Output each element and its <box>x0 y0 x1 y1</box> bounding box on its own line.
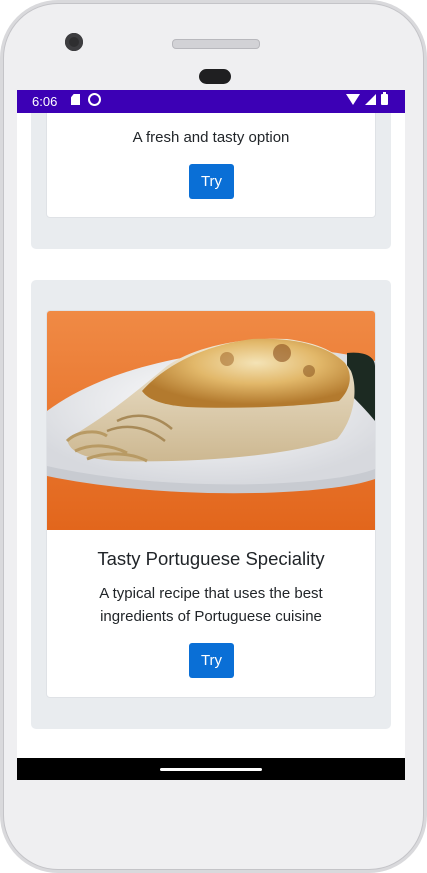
sync-icon <box>88 93 101 106</box>
status-time: 6:06 <box>32 94 58 109</box>
battery-icon <box>381 92 388 105</box>
card-description: A fresh and tasty option <box>132 129 290 146</box>
front-camera <box>65 33 83 51</box>
card-description-line-2: ingredients of Portuguese cuisine <box>100 608 322 625</box>
recipe-card-2: Tasty Portuguese Speciality A typical re… <box>46 310 376 698</box>
cell-signal-icon <box>365 94 376 105</box>
try-button-2[interactable]: Try <box>189 643 234 678</box>
phone-frame: 6:06 A fresh and tasty option Try Tasty … <box>0 0 427 873</box>
card-title: Tasty Portuguese Speciality <box>97 548 325 569</box>
home-gesture-handle[interactable] <box>160 768 262 771</box>
status-bar: 6:06 <box>17 90 405 113</box>
recipe-panel-2: Tasty Portuguese Speciality A typical re… <box>31 280 391 729</box>
try-button-1[interactable]: Try <box>189 164 234 199</box>
proximity-sensor <box>199 69 231 84</box>
wifi-icon <box>346 94 360 105</box>
baked-pasta-dish-photo <box>47 311 375 530</box>
device-screen: 6:06 A fresh and tasty option Try Tasty … <box>17 90 405 780</box>
recipe-panel-1: A fresh and tasty option Try <box>31 113 391 249</box>
earpiece-speaker <box>172 39 260 49</box>
recipe-card-1: A fresh and tasty option Try <box>46 113 376 218</box>
sd-card-icon <box>71 94 80 105</box>
navigation-bar <box>17 758 405 780</box>
card-description-line-1: A typical recipe that uses the best <box>99 585 323 602</box>
scroll-content[interactable]: A fresh and tasty option Try Tasty Portu… <box>17 113 405 758</box>
